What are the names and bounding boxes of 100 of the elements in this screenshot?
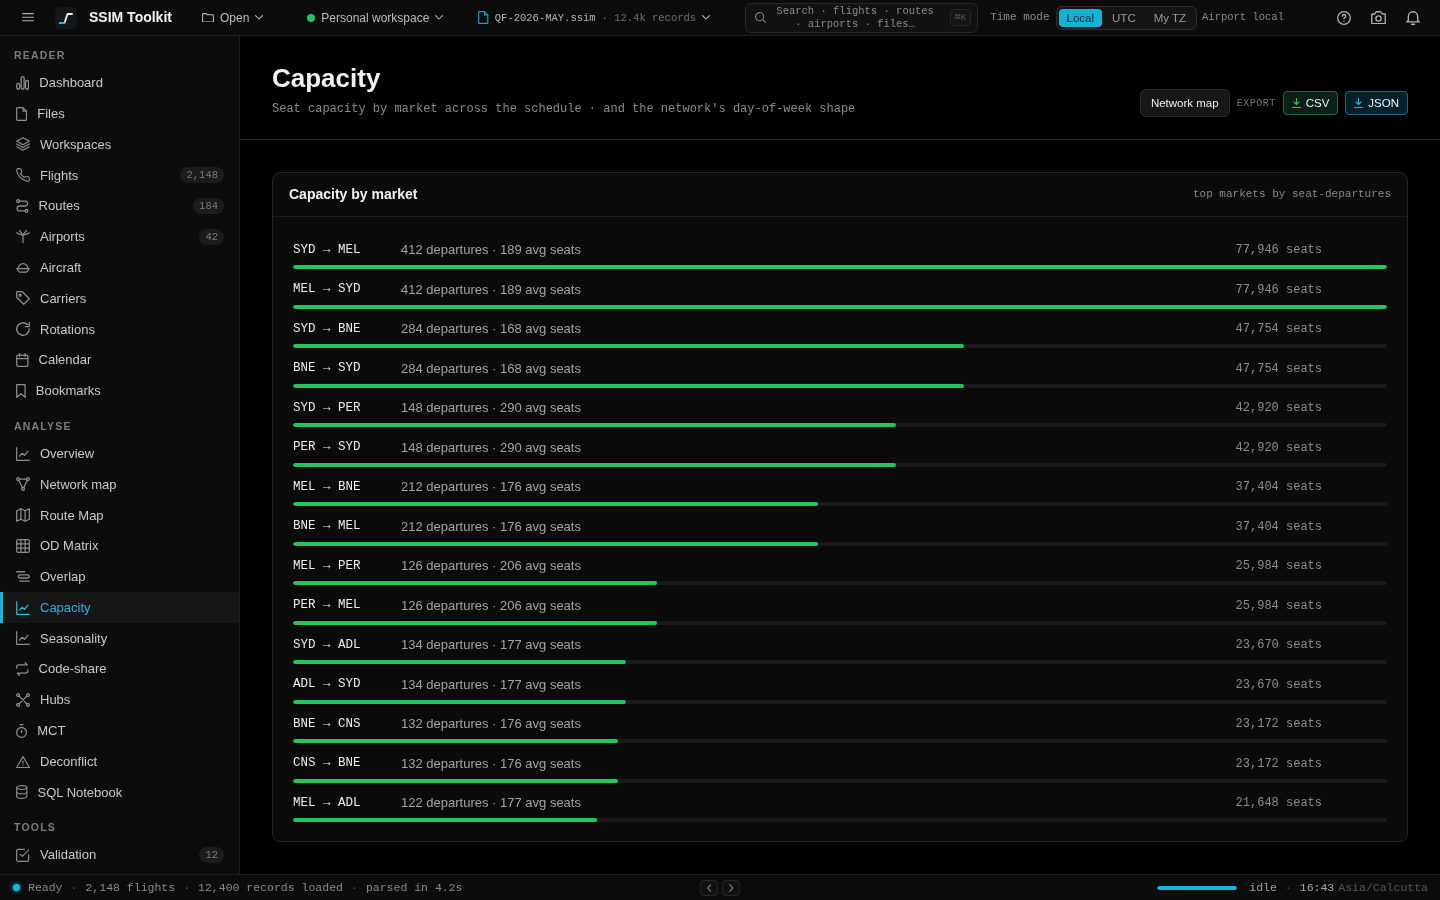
time-mode-option[interactable]: UTC: [1104, 8, 1144, 27]
line-chart-icon: [16, 446, 30, 461]
download-icon: [1354, 98, 1364, 108]
route-label: MEL → SYD: [293, 281, 362, 299]
sidebar-item[interactable]: Route Map: [0, 499, 239, 531]
sidebar-item[interactable]: Overlap: [0, 561, 239, 593]
departures-text: 132 departures · 176 avg seats: [401, 754, 581, 773]
departures-text: 132 departures · 176 avg seats: [401, 715, 581, 734]
csv-export-button[interactable]: CSV: [1282, 91, 1339, 115]
seats-value: 23,670 seats: [1235, 637, 1322, 654]
folder-icon: [201, 12, 214, 23]
route-label: BNE → CNS: [293, 715, 362, 733]
seats-value: 25,984 seats: [1235, 597, 1322, 615]
sidebar-item[interactable]: Overview: [0, 438, 239, 470]
sidebar-item[interactable]: Validation 12: [0, 839, 239, 871]
tag-icon: [16, 291, 30, 306]
route-label: BNE → MEL: [293, 518, 362, 536]
departures-text: 126 departures · 206 avg seats: [401, 557, 581, 576]
timezone-text: Asia/Calcutta: [1338, 879, 1428, 896]
dome-icon: [16, 262, 30, 273]
seats-value: 77,946 seats: [1235, 281, 1322, 299]
bell-icon[interactable]: [1406, 10, 1420, 25]
departures-text: 212 departures · 176 avg seats: [401, 517, 581, 536]
dot-icon: [307, 13, 316, 22]
seats-value: 23,172 seats: [1235, 716, 1322, 733]
sidebar-item[interactable]: Deconflict: [0, 746, 239, 778]
route-label: SYD → ADL: [293, 636, 362, 654]
sidebar-item[interactable]: Code-share: [0, 653, 239, 685]
antenna-icon: [16, 230, 30, 244]
sidebar-item[interactable]: Bookmarks: [0, 375, 239, 407]
count-badge: 42: [199, 228, 224, 245]
sidebar-item[interactable]: Dashboard: [0, 67, 239, 99]
departures-text: 122 departures · 177 avg seats: [401, 794, 581, 813]
status-text: 12,400 records loaded: [198, 879, 343, 896]
camera-icon[interactable]: [1371, 10, 1386, 25]
separator: ·: [183, 879, 191, 896]
network-map-button[interactable]: Network map: [1139, 89, 1230, 117]
sidebar-item[interactable]: Files: [0, 98, 239, 130]
sidebar-item[interactable]: Airports 42: [0, 221, 239, 253]
route-label: SYD → BNE: [293, 320, 362, 338]
route-label: ADL → SYD: [293, 676, 362, 694]
sidebar-item[interactable]: Seasonality: [0, 623, 239, 654]
status-text: Ready: [28, 879, 63, 896]
map-icon: [16, 508, 30, 523]
page-title: Capacity: [272, 62, 381, 94]
departures-text: 148 departures · 290 avg seats: [401, 438, 581, 457]
sidebar-item[interactable]: Hubs: [0, 684, 239, 716]
help-icon[interactable]: [1337, 10, 1351, 25]
sidebar-item[interactable]: Flights 2,148: [0, 159, 239, 191]
sidebar-item[interactable]: Aircraft: [0, 252, 239, 284]
departures-text: 134 departures · 177 avg seats: [401, 636, 581, 655]
phone-icon: [16, 168, 30, 183]
seats-value: 42,920 seats: [1235, 439, 1322, 457]
previous-button[interactable]: [700, 879, 718, 896]
count-badge: 12: [199, 847, 224, 864]
line-chart-icon: [16, 631, 30, 646]
open-button[interactable]: Open: [201, 9, 264, 26]
file-selector[interactable]: QF-2026-MAY.ssim · 12.4k records: [478, 9, 711, 26]
workspace-selector[interactable]: Personal workspace: [307, 9, 444, 26]
sidebar-item[interactable]: Calendar: [0, 344, 239, 376]
separator: ·: [70, 879, 78, 896]
chevron-down-icon: [435, 15, 444, 20]
page-subtitle: Seat capacity by market across the schedule · and the network's day-of-week shape: [272, 101, 856, 118]
route-label: BNE → SYD: [293, 360, 362, 378]
sidebar-item[interactable]: Rotations: [0, 313, 239, 345]
departures-text: 126 departures · 206 avg seats: [401, 596, 581, 615]
count-badge: 184: [193, 198, 224, 215]
clock-time: 16:43: [1299, 879, 1335, 896]
count-badge: 2,148: [180, 167, 224, 184]
sidebar-item[interactable]: Carriers: [0, 283, 239, 314]
next-button[interactable]: [722, 879, 740, 896]
status-text: 2,148 flights: [85, 879, 176, 896]
logo-icon: [55, 6, 77, 29]
seats-value: 21,648 seats: [1235, 795, 1322, 812]
sidebar-item[interactable]: Network map: [0, 469, 239, 500]
card-title: Capacity by market: [289, 185, 418, 204]
time-mode-option[interactable]: Local: [1058, 8, 1103, 27]
json-export-button[interactable]: JSON: [1345, 91, 1408, 115]
sidebar-item[interactable]: Workspaces: [0, 129, 239, 160]
time-mode-option[interactable]: My TZ: [1145, 8, 1195, 27]
sidebar-item[interactable]: MCT: [0, 715, 239, 747]
chevron-down-icon: [702, 15, 711, 20]
route-label: SYD → MEL: [293, 241, 362, 259]
sidebar-item[interactable]: Capacity: [0, 592, 239, 624]
seats-value: 47,754 seats: [1235, 321, 1322, 338]
chevron-left-icon: [706, 883, 712, 892]
bar-chart-icon: [16, 75, 30, 90]
route-label: MEL → PER: [293, 557, 362, 575]
seats-value: 23,172 seats: [1235, 755, 1322, 773]
sidebar-item[interactable]: SQL Notebook: [0, 777, 239, 808]
departures-text: 284 departures · 168 avg seats: [401, 320, 581, 339]
sidebar-item[interactable]: Routes 184: [0, 190, 239, 222]
seats-value: 77,946 seats: [1235, 242, 1322, 259]
menu-icon[interactable]: [22, 13, 34, 22]
card-note: top markets by seat-departures: [1192, 187, 1391, 203]
sidebar-item[interactable]: OD Matrix: [0, 530, 239, 562]
route-label: MEL → BNE: [293, 478, 362, 496]
layers-icon: [16, 137, 30, 152]
section-heading: TOOLS: [13, 820, 57, 835]
time-mode-note: Airport local: [1202, 9, 1284, 25]
